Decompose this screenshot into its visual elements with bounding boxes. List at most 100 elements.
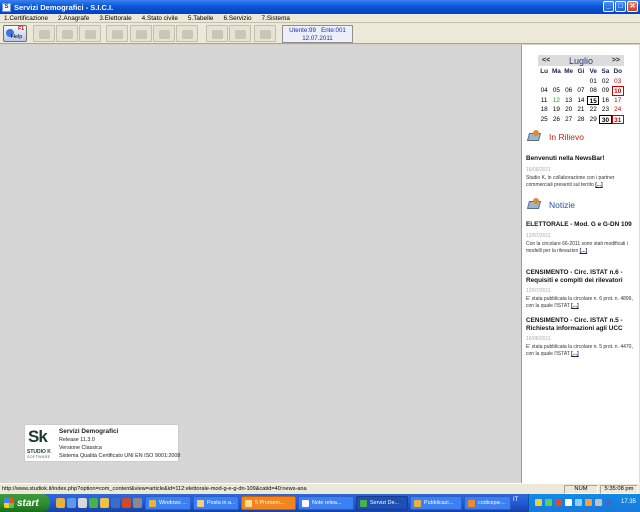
- calendar-day[interactable]: 16: [599, 96, 611, 106]
- menu-elettorale[interactable]: 3.Elettorale: [99, 15, 131, 22]
- start-button[interactable]: start: [0, 494, 50, 512]
- tray-icon[interactable]: [595, 499, 602, 506]
- calendar-day[interactable]: 01: [587, 77, 599, 87]
- task-pubblicazioni[interactable]: Pubblicazi...: [410, 496, 462, 510]
- calendar-day[interactable]: 13: [563, 96, 575, 106]
- menu-servizio[interactable]: 6.Servizio: [223, 15, 251, 22]
- toolbar-button-8[interactable]: [206, 25, 228, 42]
- calendar-day[interactable]: 24: [612, 105, 624, 115]
- calendar-day[interactable]: 07: [575, 86, 587, 96]
- calendar-day[interactable]: 17: [612, 96, 624, 106]
- calendar-header: << Luglio >>: [538, 55, 624, 66]
- toolbar-button-2[interactable]: [56, 25, 78, 42]
- toolbar-button-1[interactable]: [33, 25, 55, 42]
- task-windows[interactable]: Windows ...: [145, 496, 191, 510]
- calendar-day[interactable]: 18: [538, 105, 550, 115]
- task-promemoria[interactable]: 5 Promem...: [241, 496, 296, 510]
- calendar-day[interactable]: 27: [563, 115, 575, 125]
- toolbar-button-3[interactable]: [79, 25, 101, 42]
- calendar-prev-button[interactable]: <<: [542, 57, 550, 64]
- read-more-link[interactable]: [...]: [595, 182, 603, 188]
- section-title: Notizie: [549, 200, 575, 210]
- toolbar-button-5[interactable]: [130, 25, 152, 42]
- calendar-day[interactable]: 28: [575, 115, 587, 125]
- news-headline[interactable]: CENSIMENTO - Circ. ISTAT n.6 - Requisiti…: [526, 269, 638, 284]
- tray-icon[interactable]: [565, 499, 572, 506]
- menu-stato-civile[interactable]: 4.Stato civile: [142, 15, 178, 22]
- calendar-day[interactable]: 29: [587, 115, 599, 125]
- calendar-day[interactable]: 14: [575, 96, 587, 106]
- calendar-day[interactable]: 04: [538, 86, 550, 96]
- menu-certificazione[interactable]: 1.Certificazione: [4, 15, 48, 22]
- status-url: http://www.studiok.it/index.php?option=c…: [2, 486, 307, 492]
- task-posta[interactable]: Posta in a...: [193, 496, 239, 510]
- news-item[interactable]: ELETTORALE - Mod. G e G-DN 109 12/07/201…: [526, 221, 638, 255]
- calendar-day[interactable]: 20: [563, 105, 575, 115]
- calendar-next-button[interactable]: >>: [612, 57, 620, 64]
- tray-icon[interactable]: [585, 499, 592, 506]
- toolbar-button-4[interactable]: [106, 25, 128, 42]
- calendar-day[interactable]: 08: [587, 86, 599, 96]
- calendar-day[interactable]: 05: [550, 86, 562, 96]
- news-headline[interactable]: ELETTORALE - Mod. G e G-DN 109: [526, 221, 638, 229]
- calendar-day[interactable]: 11: [538, 96, 550, 106]
- minimize-button[interactable]: _: [603, 1, 614, 12]
- calendar-day-selected[interactable]: 15: [587, 95, 600, 105]
- calendar-day[interactable]: 02: [599, 77, 611, 87]
- tray-icon[interactable]: [545, 499, 552, 506]
- calendar-day[interactable]: 25: [538, 115, 550, 125]
- toolbar-button-6[interactable]: [153, 25, 175, 42]
- help-button[interactable]: F1 Help: [3, 25, 27, 42]
- task-servizi-demografici[interactable]: Servizi De...: [356, 496, 408, 510]
- task-note-release[interactable]: Note relea...: [298, 496, 354, 510]
- menu-sistema[interactable]: 7.Sistema: [262, 15, 290, 22]
- quicklaunch-desktop-icon[interactable]: [78, 498, 87, 508]
- read-more-link[interactable]: [...]: [571, 303, 579, 309]
- read-more-link[interactable]: [...]: [571, 351, 579, 357]
- tray-icon[interactable]: [575, 499, 582, 506]
- task-codicepa[interactable]: codicepa-...: [464, 496, 511, 510]
- news-item[interactable]: CENSIMENTO - Circ. ISTAT n.6 - Requisiti…: [526, 269, 638, 311]
- menu-anagrafe[interactable]: 2.Anagrafe: [58, 15, 89, 22]
- calendar-day[interactable]: 23: [599, 105, 611, 115]
- calendar-day[interactable]: 22: [587, 105, 599, 115]
- calendar-day[interactable]: 06: [563, 86, 575, 96]
- quicklaunch-folder-icon[interactable]: [56, 498, 65, 508]
- news-item[interactable]: CENSIMENTO - Circ. ISTAT n.5 - Richiesta…: [526, 317, 638, 359]
- quicklaunch-app-icon[interactable]: [89, 498, 98, 508]
- calendar-day[interactable]: 09: [599, 86, 611, 96]
- language-indicator[interactable]: IT: [513, 497, 518, 503]
- news-item[interactable]: Benvenuti nella NewsBar! 16/06/2011 Stud…: [526, 155, 638, 189]
- taskbar: start Windows ... Posta in a... 5 Promem…: [0, 494, 640, 512]
- calendar-day[interactable]: 21: [575, 105, 587, 115]
- app-icon[interactable]: S: [2, 2, 11, 12]
- news-body: Studio K, in collaborazione con i partne…: [526, 174, 615, 188]
- calendar-day[interactable]: 19: [550, 105, 562, 115]
- calendar-day-today[interactable]: 12: [550, 96, 562, 106]
- tables-icon: [212, 30, 223, 39]
- toolbar-button-7[interactable]: [176, 25, 198, 42]
- tray-icon[interactable]: [605, 499, 612, 506]
- quicklaunch-media-icon[interactable]: [122, 498, 131, 508]
- calendar-day[interactable]: 10: [611, 86, 624, 96]
- calendar-day[interactable]: 31: [611, 114, 624, 124]
- close-button[interactable]: ✕: [627, 1, 638, 12]
- quicklaunch-word-icon[interactable]: [111, 498, 120, 508]
- read-more-link[interactable]: [...]: [580, 248, 588, 254]
- quicklaunch-more-icon[interactable]: [133, 498, 142, 508]
- toolbar-button-10[interactable]: [254, 25, 276, 42]
- calendar-day[interactable]: 03: [612, 77, 624, 87]
- taskbar-clock[interactable]: 17.35: [621, 499, 636, 505]
- maximize-button[interactable]: □: [615, 1, 626, 12]
- news-headline[interactable]: Benvenuti nella NewsBar!: [526, 155, 638, 163]
- tray-icon[interactable]: [535, 499, 542, 506]
- search-icon: [136, 30, 147, 39]
- tray-icon[interactable]: [555, 499, 562, 506]
- quicklaunch-outlook-icon[interactable]: [100, 498, 109, 508]
- news-headline[interactable]: CENSIMENTO - Circ. ISTAT n.5 - Richiesta…: [526, 317, 638, 332]
- calendar-day[interactable]: 30: [599, 114, 612, 124]
- toolbar-button-9[interactable]: [229, 25, 251, 42]
- quicklaunch-ie-icon[interactable]: [67, 498, 76, 508]
- calendar-day[interactable]: 26: [550, 115, 562, 125]
- menu-tabelle[interactable]: 5.Tabelle: [188, 15, 214, 22]
